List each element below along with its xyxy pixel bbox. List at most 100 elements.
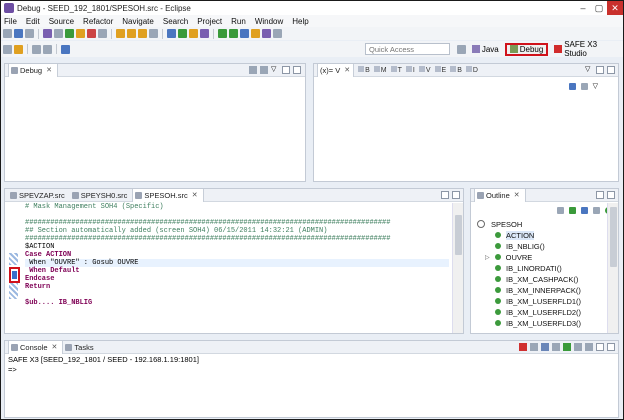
skip-breakpoints-icon[interactable] [54, 29, 63, 38]
instruction-pointer-marker[interactable] [9, 267, 20, 283]
scroll-lock-icon[interactable] [552, 343, 560, 351]
menu-navigate[interactable]: Navigate [122, 17, 154, 26]
bookmark-icon[interactable] [14, 44, 23, 54]
maximize-view-icon[interactable] [607, 191, 615, 199]
display-console-icon[interactable] [574, 343, 582, 351]
tab-debug[interactable]: Debug ✕ [8, 63, 58, 77]
quick-access-input[interactable] [365, 43, 450, 55]
sort-icon[interactable] [557, 207, 564, 214]
resume-icon[interactable] [65, 29, 74, 38]
disconnect-icon[interactable] [98, 29, 107, 38]
hide-nonpublic-icon[interactable] [593, 207, 600, 214]
perspective-debug[interactable]: Debug [504, 42, 549, 56]
tab-breakpoints[interactable]: B [358, 66, 370, 74]
editor-gutter[interactable] [5, 203, 23, 333]
outline-item[interactable]: IB_LINORDATI() [495, 263, 562, 273]
terminate-icon[interactable] [519, 343, 527, 351]
tab-buffers[interactable]: B [450, 66, 462, 74]
maximize-view-icon[interactable] [293, 66, 301, 74]
menu-edit[interactable]: Edit [26, 17, 40, 26]
close-icon[interactable]: ✕ [46, 66, 52, 74]
close-icon[interactable]: ✕ [52, 343, 58, 351]
close-icon[interactable]: ✕ [344, 66, 350, 74]
outline-tree[interactable]: SPESOH ACTION IB_NBLIG() ▷ OUVRE IB_LINOR… [471, 203, 618, 333]
open-type-icon[interactable] [167, 29, 176, 38]
hide-static-icon[interactable] [581, 207, 588, 214]
suspend-icon[interactable] [76, 29, 85, 38]
view-menu-icon[interactable]: ▽ [585, 66, 593, 74]
tab-display[interactable]: D [465, 66, 478, 74]
outline-item[interactable]: IB_XM_LUSERFLD2() [495, 307, 581, 317]
editor-tab-spevzap[interactable]: SPEVZAP.src [8, 189, 70, 202]
outline-item[interactable]: IB_XM_CASHPACK() [495, 274, 578, 284]
menu-source[interactable]: Source [49, 17, 74, 26]
menu-window[interactable]: Window [255, 17, 283, 26]
editor-scrollbar[interactable] [452, 203, 463, 333]
last-edit-icon[interactable] [61, 44, 70, 54]
perspective-java[interactable]: Java [470, 43, 501, 56]
annotation-icon[interactable] [262, 29, 271, 38]
open-task-icon[interactable] [200, 29, 209, 38]
close-icon[interactable]: ✕ [192, 191, 198, 199]
open-console-icon[interactable] [585, 343, 593, 351]
minimize-icon[interactable]: – [575, 1, 591, 15]
outline-root[interactable]: SPESOH [477, 219, 522, 229]
remove-launch-icon[interactable] [530, 343, 538, 351]
new-icon[interactable] [3, 29, 12, 38]
history-icon[interactable] [3, 44, 12, 54]
close-icon[interactable]: ✕ [514, 191, 520, 199]
maximize-view-icon[interactable] [607, 343, 615, 351]
debug-run-icon[interactable] [218, 29, 227, 38]
tab-values[interactable]: V [418, 66, 431, 74]
pin-icon[interactable] [273, 29, 282, 38]
outline-item[interactable]: ACTION [495, 230, 535, 240]
expand-icon[interactable]: ▷ [485, 254, 490, 261]
link-icon[interactable] [260, 66, 268, 74]
tab-tasks[interactable]: Tasks [63, 341, 98, 354]
tab-console[interactable]: Console ✕ [8, 340, 64, 354]
step-into-icon[interactable] [116, 29, 125, 38]
back-icon[interactable] [32, 44, 41, 54]
hide-fields-icon[interactable] [569, 207, 576, 214]
code-lines[interactable]: # Mask Management SOH4 (Specific) ######… [25, 203, 449, 333]
minimize-view-icon[interactable] [596, 66, 604, 74]
maximize-view-icon[interactable] [452, 191, 460, 199]
search-icon[interactable] [251, 29, 260, 38]
tab-outline[interactable]: Outline ✕ [474, 188, 526, 202]
outline-item[interactable]: IB_NBLIG() [495, 241, 545, 251]
menu-run[interactable]: Run [231, 17, 246, 26]
minimize-view-icon[interactable] [441, 191, 449, 199]
menu-help[interactable]: Help [292, 17, 308, 26]
maximize-icon[interactable]: ▢ [591, 1, 607, 15]
scrollbar-thumb[interactable] [610, 207, 617, 267]
menu-file[interactable]: File [4, 17, 17, 26]
close-icon[interactable]: ✕ [607, 1, 623, 15]
editor-tab-spesoh[interactable]: SPESOH.src ✕ [132, 188, 204, 202]
collapse-all-icon[interactable] [580, 83, 588, 90]
step-over-icon[interactable] [127, 29, 136, 38]
pin-console-icon[interactable] [563, 343, 571, 351]
run-icon[interactable] [229, 29, 238, 38]
new-class-icon[interactable] [178, 29, 187, 38]
outline-item[interactable]: ▷ OUVRE [485, 252, 532, 262]
minimize-view-icon[interactable] [596, 343, 604, 351]
step-return-icon[interactable] [138, 29, 147, 38]
drop-to-frame-icon[interactable] [149, 29, 158, 38]
menu-search[interactable]: Search [163, 17, 188, 26]
outline-item[interactable]: IB_XM_LUSERFLD3() [495, 318, 581, 328]
maximize-view-icon[interactable] [607, 66, 615, 74]
minimize-view-icon[interactable] [282, 66, 290, 74]
terminate-icon[interactable] [87, 29, 96, 38]
view-menu-icon[interactable]: ▽ [593, 83, 598, 90]
view-menu-icon[interactable]: ▽ [271, 66, 279, 74]
outline-scrollbar[interactable] [607, 203, 618, 333]
tab-variables[interactable]: (x)= V ✕ [317, 63, 355, 77]
external-tools-icon[interactable] [43, 29, 52, 38]
tab-input[interactable]: I [405, 66, 415, 74]
print-icon[interactable] [25, 29, 34, 38]
remove-terminated-icon[interactable] [249, 66, 257, 74]
menu-refactor[interactable]: Refactor [83, 17, 113, 26]
open-perspective-icon[interactable] [457, 44, 466, 54]
tab-modules[interactable]: M [373, 66, 387, 74]
scrollbar-thumb[interactable] [455, 215, 462, 255]
